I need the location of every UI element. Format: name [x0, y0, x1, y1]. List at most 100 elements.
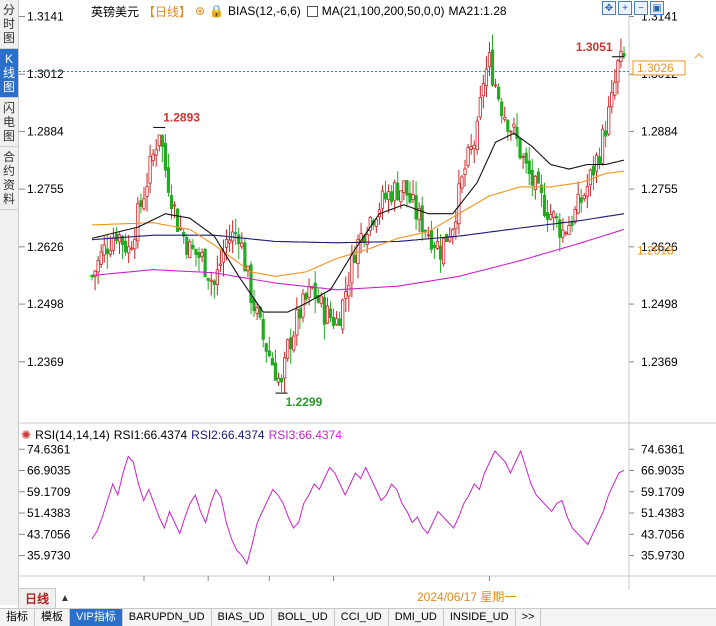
bottom-tab-8[interactable]: INSIDE_UD [444, 609, 516, 626]
candle-body[interactable] [249, 264, 253, 304]
candle-body[interactable] [445, 233, 449, 243]
candle-body[interactable] [588, 169, 592, 186]
candle-body[interactable] [399, 190, 403, 203]
candle-body[interactable] [292, 335, 296, 351]
candle-body[interactable] [163, 142, 167, 171]
candle-body[interactable] [591, 165, 596, 176]
candle-body[interactable] [451, 228, 455, 238]
candle-body[interactable] [169, 195, 174, 210]
move-icon[interactable]: ✥ [602, 1, 616, 15]
candle-body[interactable] [136, 203, 140, 242]
candle-body[interactable] [386, 191, 391, 201]
candle-body[interactable] [295, 309, 299, 336]
candle-body[interactable] [142, 198, 146, 210]
candle-body[interactable] [338, 318, 342, 326]
candle-body[interactable] [197, 252, 201, 258]
candle-body[interactable] [576, 193, 580, 214]
candle-body[interactable] [515, 126, 519, 140]
bias-lock-icon[interactable]: 🔒 [209, 4, 224, 18]
candle-body[interactable] [527, 160, 531, 175]
bottom-tab-4[interactable]: BIAS_UD [212, 609, 272, 626]
candle-body[interactable] [466, 147, 470, 166]
candle-body[interactable] [237, 234, 241, 245]
bottom-tab-0[interactable]: 指标 [0, 609, 35, 626]
candle-body[interactable] [573, 209, 577, 223]
candle-body[interactable] [405, 180, 409, 196]
candle-body[interactable] [616, 60, 620, 83]
period-selector[interactable]: 日线 [18, 588, 57, 609]
candle-body[interactable] [117, 234, 122, 243]
candle-body[interactable] [307, 286, 311, 298]
left-tab-1[interactable]: K线图 [0, 49, 18, 98]
candle-body[interactable] [267, 350, 271, 357]
candle-body[interactable] [276, 377, 281, 383]
candle-body[interactable] [224, 238, 229, 248]
left-tab-0[interactable]: 分时图 [0, 0, 18, 49]
bottom-tab-9[interactable]: >> [516, 609, 542, 626]
candle-body[interactable] [542, 194, 547, 217]
candle-body[interactable] [438, 245, 443, 260]
candle-body[interactable] [328, 308, 333, 319]
candle-body[interactable] [549, 214, 553, 220]
candle-body[interactable] [341, 299, 345, 330]
candle-body[interactable] [270, 357, 274, 366]
candle-body[interactable] [176, 208, 180, 232]
candle-body[interactable] [215, 269, 219, 285]
candle-body[interactable] [500, 101, 504, 117]
candle-body[interactable] [105, 248, 109, 255]
candle-body[interactable] [552, 211, 556, 218]
candle-body[interactable] [484, 68, 489, 86]
bottom-tab-1[interactable]: 模板 [35, 609, 70, 626]
candle-body[interactable] [172, 204, 177, 207]
candle-body[interactable] [304, 293, 308, 300]
candle-body[interactable] [463, 168, 467, 176]
candle-body[interactable] [597, 156, 602, 165]
candle-body[interactable] [604, 130, 608, 137]
settings-gear-icon[interactable]: ⊕ [195, 4, 205, 18]
candle-body[interactable] [600, 128, 605, 164]
candle-body[interactable] [350, 253, 354, 284]
candle-body[interactable] [353, 254, 357, 263]
candle-body[interactable] [472, 144, 476, 150]
candle-body[interactable] [374, 219, 378, 227]
candle-body[interactable] [530, 169, 534, 186]
candle-body[interactable] [414, 195, 418, 220]
bottom-tab-3[interactable]: BARUPDN_UD [123, 609, 212, 626]
candle-body[interactable] [503, 116, 507, 120]
candle-body[interactable] [509, 130, 513, 133]
candle-body[interactable] [423, 229, 427, 232]
candle-body[interactable] [429, 230, 433, 250]
candle-body[interactable] [273, 362, 278, 381]
bottom-tab-7[interactable]: DMI_UD [389, 609, 444, 626]
candle-body[interactable] [154, 149, 158, 156]
bottom-tab-5[interactable]: BOLL_UD [272, 609, 335, 626]
candle-body[interactable] [564, 232, 568, 235]
candle-body[interactable] [460, 176, 464, 189]
zoom-out-icon[interactable]: − [634, 1, 648, 15]
candle-body[interactable] [567, 225, 571, 236]
candle-body[interactable] [96, 260, 100, 273]
candle-body[interactable] [130, 247, 134, 250]
candle-body[interactable] [157, 134, 161, 147]
candle-body[interactable] [390, 191, 394, 203]
rsi-settings-icon[interactable]: ✺ [21, 428, 31, 442]
price-chart-svg[interactable]: 1.31411.31411.30121.30121.28841.28841.27… [19, 0, 716, 590]
candle-body[interactable] [512, 123, 516, 128]
candle-body[interactable] [111, 237, 116, 251]
candle-body[interactable] [539, 184, 544, 194]
candle-body[interactable] [469, 146, 473, 150]
candle-body[interactable] [206, 277, 210, 281]
candle-body[interactable] [585, 186, 589, 197]
candle-body[interactable] [478, 97, 482, 118]
left-tab-2[interactable]: 闪电图 [0, 98, 18, 147]
candle-body[interactable] [264, 343, 268, 352]
candle-body[interactable] [185, 237, 189, 255]
candle-body[interactable] [506, 120, 510, 132]
candle-body[interactable] [325, 305, 330, 324]
candle-body[interactable] [209, 279, 213, 282]
candle-body[interactable] [533, 175, 537, 191]
candle-body[interactable] [124, 240, 128, 253]
candle-body[interactable] [212, 280, 216, 285]
candle-body[interactable] [432, 245, 437, 248]
candle-body[interactable] [435, 241, 440, 249]
